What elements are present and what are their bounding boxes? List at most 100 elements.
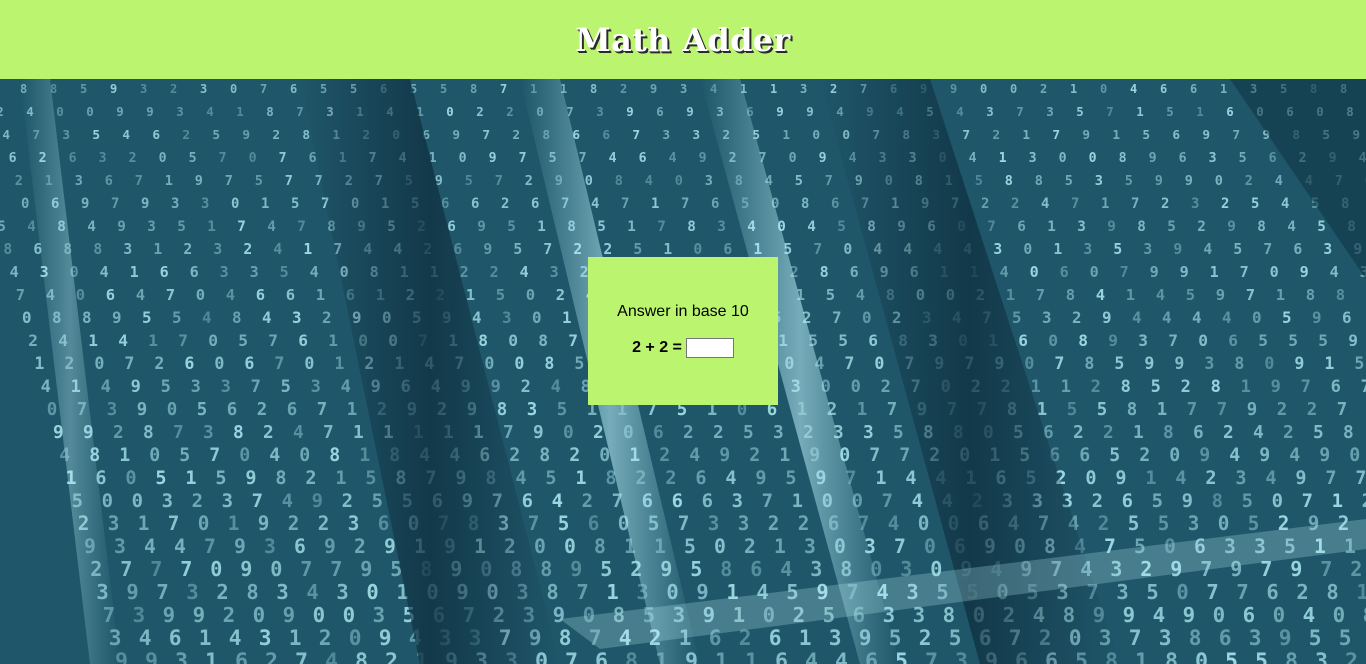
svg-text:9: 9 bbox=[755, 468, 766, 489]
svg-text:5: 5 bbox=[1186, 286, 1195, 304]
svg-text:0: 0 bbox=[1048, 331, 1058, 350]
svg-text:2: 2 bbox=[385, 649, 398, 664]
svg-text:8: 8 bbox=[1121, 377, 1131, 397]
answer-input[interactable] bbox=[685, 338, 734, 358]
svg-text:4: 4 bbox=[956, 104, 963, 119]
svg-text:5: 5 bbox=[496, 286, 505, 304]
svg-text:9: 9 bbox=[1150, 263, 1159, 281]
svg-text:7: 7 bbox=[503, 422, 514, 443]
svg-text:3: 3 bbox=[1095, 173, 1103, 189]
svg-text:6: 6 bbox=[1331, 377, 1341, 397]
svg-text:2: 2 bbox=[569, 445, 580, 466]
svg-text:4: 4 bbox=[609, 151, 617, 166]
svg-text:0: 0 bbox=[526, 286, 535, 304]
svg-text:3: 3 bbox=[1029, 151, 1037, 166]
svg-text:4: 4 bbox=[1289, 445, 1300, 466]
svg-text:3: 3 bbox=[62, 128, 70, 143]
svg-text:9: 9 bbox=[1247, 400, 1257, 420]
svg-text:5: 5 bbox=[80, 82, 87, 96]
svg-text:5: 5 bbox=[1167, 219, 1176, 235]
svg-text:5: 5 bbox=[1313, 422, 1324, 443]
svg-text:0: 0 bbox=[1213, 603, 1226, 627]
svg-text:5: 5 bbox=[1152, 490, 1163, 512]
svg-text:7: 7 bbox=[621, 196, 629, 212]
svg-text:4: 4 bbox=[310, 263, 319, 281]
svg-text:3: 3 bbox=[336, 580, 348, 604]
svg-text:2: 2 bbox=[272, 128, 280, 143]
svg-text:6: 6 bbox=[522, 490, 533, 512]
svg-text:3: 3 bbox=[1188, 512, 1200, 535]
svg-text:4: 4 bbox=[645, 173, 653, 189]
svg-text:9: 9 bbox=[696, 580, 708, 604]
svg-text:8: 8 bbox=[246, 580, 258, 604]
svg-text:6: 6 bbox=[227, 400, 237, 420]
svg-text:7: 7 bbox=[882, 490, 893, 512]
svg-text:6: 6 bbox=[1226, 104, 1233, 119]
svg-text:6: 6 bbox=[1172, 128, 1180, 143]
svg-text:1: 1 bbox=[88, 331, 98, 350]
svg-text:3: 3 bbox=[176, 104, 183, 119]
svg-text:1: 1 bbox=[130, 263, 139, 281]
svg-text:2: 2 bbox=[919, 625, 932, 650]
svg-text:4: 4 bbox=[591, 196, 599, 212]
svg-text:9: 9 bbox=[379, 625, 392, 650]
svg-text:1: 1 bbox=[466, 286, 475, 304]
svg-text:5: 5 bbox=[177, 219, 186, 235]
svg-text:5: 5 bbox=[558, 512, 570, 535]
svg-text:7: 7 bbox=[166, 286, 175, 304]
svg-text:6: 6 bbox=[595, 649, 608, 664]
svg-text:8: 8 bbox=[820, 263, 829, 281]
svg-text:6: 6 bbox=[531, 196, 539, 212]
svg-text:5: 5 bbox=[1151, 377, 1161, 397]
svg-text:2: 2 bbox=[1350, 557, 1362, 581]
svg-text:3: 3 bbox=[108, 512, 120, 535]
svg-text:4: 4 bbox=[41, 377, 51, 397]
svg-text:1: 1 bbox=[236, 104, 243, 119]
svg-text:0: 0 bbox=[196, 286, 205, 304]
svg-text:8: 8 bbox=[1336, 286, 1345, 304]
svg-text:5: 5 bbox=[1076, 104, 1083, 119]
svg-text:2: 2 bbox=[183, 241, 192, 258]
svg-text:3: 3 bbox=[1143, 241, 1152, 258]
svg-text:9: 9 bbox=[1279, 625, 1292, 650]
svg-text:7: 7 bbox=[16, 286, 25, 304]
svg-text:9: 9 bbox=[1183, 603, 1196, 627]
svg-text:5: 5 bbox=[557, 400, 567, 420]
svg-text:2: 2 bbox=[1073, 422, 1084, 443]
svg-text:2: 2 bbox=[683, 422, 694, 443]
svg-text:2: 2 bbox=[992, 128, 1000, 143]
svg-text:8: 8 bbox=[559, 625, 572, 650]
svg-text:9: 9 bbox=[240, 557, 252, 581]
svg-text:4: 4 bbox=[515, 468, 526, 489]
svg-text:4: 4 bbox=[1253, 422, 1264, 443]
svg-text:3: 3 bbox=[203, 422, 214, 443]
svg-text:1: 1 bbox=[1276, 286, 1285, 304]
svg-text:3: 3 bbox=[863, 422, 874, 443]
svg-text:3: 3 bbox=[259, 625, 272, 650]
svg-text:5: 5 bbox=[281, 377, 291, 397]
svg-text:9: 9 bbox=[533, 422, 544, 443]
svg-text:6: 6 bbox=[378, 512, 390, 535]
svg-text:6: 6 bbox=[775, 649, 788, 664]
svg-text:9: 9 bbox=[650, 82, 657, 96]
svg-text:1: 1 bbox=[228, 512, 240, 535]
svg-text:6: 6 bbox=[1018, 331, 1028, 350]
svg-text:4: 4 bbox=[101, 377, 111, 397]
svg-text:4: 4 bbox=[1156, 286, 1165, 304]
svg-text:3: 3 bbox=[596, 104, 603, 119]
svg-text:9: 9 bbox=[452, 128, 460, 143]
svg-text:0: 0 bbox=[693, 241, 702, 258]
svg-text:5: 5 bbox=[179, 445, 190, 466]
svg-text:3: 3 bbox=[1138, 331, 1148, 350]
svg-text:8: 8 bbox=[943, 603, 956, 627]
svg-text:7: 7 bbox=[178, 331, 188, 350]
svg-text:2: 2 bbox=[506, 104, 513, 119]
svg-text:2: 2 bbox=[1277, 400, 1287, 420]
svg-text:3: 3 bbox=[75, 173, 83, 189]
svg-text:7: 7 bbox=[576, 580, 588, 604]
svg-text:0: 0 bbox=[714, 535, 726, 558]
svg-text:6: 6 bbox=[769, 625, 782, 650]
svg-text:8: 8 bbox=[538, 331, 548, 350]
svg-text:3: 3 bbox=[175, 649, 188, 664]
svg-text:0: 0 bbox=[508, 331, 518, 350]
